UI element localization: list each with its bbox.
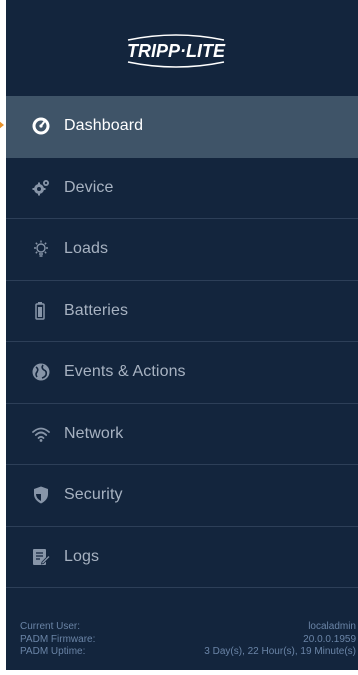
firmware-row: PADM Firmware: 20.0.0.1959 bbox=[20, 634, 356, 647]
menu-item-label: Device bbox=[64, 178, 114, 196]
uptime-value: 3 Day(s), 22 Hour(s), 19 Minute(s) bbox=[204, 646, 356, 657]
firmware-value: 20.0.0.1959 bbox=[303, 633, 356, 645]
menu-item-label: Network bbox=[64, 424, 124, 442]
main-menu: Dashboard Device Loads Batteries Events … bbox=[6, 96, 358, 588]
tripp-lite-logo-graphic: TRIPP·LITE bbox=[127, 34, 226, 68]
lightbulb-icon bbox=[30, 238, 52, 260]
menu-item-label: Events & Actions bbox=[64, 363, 186, 381]
menu-item-label: Batteries bbox=[64, 301, 129, 319]
current-user-row: Current User: localadmin bbox=[20, 621, 356, 634]
current-user-value: localadmin bbox=[308, 621, 356, 632]
menu-item-batteries[interactable]: Batteries bbox=[6, 281, 358, 342]
log-document-icon bbox=[30, 546, 52, 568]
menu-item-dashboard[interactable]: Dashboard bbox=[6, 96, 358, 158]
speedometer-icon bbox=[30, 115, 52, 137]
menu-item-network[interactable]: Network bbox=[6, 404, 358, 465]
current-user-label: Current User: bbox=[20, 621, 81, 632]
active-item-indicator bbox=[0, 117, 4, 133]
uptime-row: PADM Uptime: 3 Day(s), 22 Hour(s), 19 Mi… bbox=[20, 646, 356, 659]
logo-text: TRIPP·LITE bbox=[127, 41, 226, 61]
battery-icon bbox=[34, 300, 46, 322]
globe-icon bbox=[30, 361, 52, 383]
menu-item-device[interactable]: Device bbox=[6, 158, 358, 219]
wifi-icon bbox=[30, 423, 52, 445]
firmware-label: PADM Firmware: bbox=[20, 633, 96, 645]
gears-icon bbox=[30, 177, 52, 199]
tripp-lite-logo[interactable]: TRIPP·LITE bbox=[114, 32, 238, 70]
menu-item-label: Loads bbox=[64, 240, 109, 258]
device-status-panel: Current User: localadmin PADM Firmware: … bbox=[20, 621, 356, 659]
menu-item-label: Security bbox=[64, 486, 123, 504]
menu-item-label: Logs bbox=[64, 547, 100, 565]
logo-area: TRIPP·LITE bbox=[6, 0, 358, 96]
uptime-label: PADM Uptime: bbox=[20, 646, 86, 657]
menu-item-loads[interactable]: Loads bbox=[6, 219, 358, 281]
menu-item-label: Dashboard bbox=[64, 117, 144, 135]
sidebar: TRIPP·LITE Dashboard Device Loads Batter… bbox=[6, 0, 358, 670]
menu-item-security[interactable]: Security bbox=[6, 465, 358, 527]
shield-icon bbox=[30, 484, 52, 506]
menu-item-logs[interactable]: Logs bbox=[6, 527, 358, 588]
menu-item-events-actions[interactable]: Events & Actions bbox=[6, 342, 358, 404]
